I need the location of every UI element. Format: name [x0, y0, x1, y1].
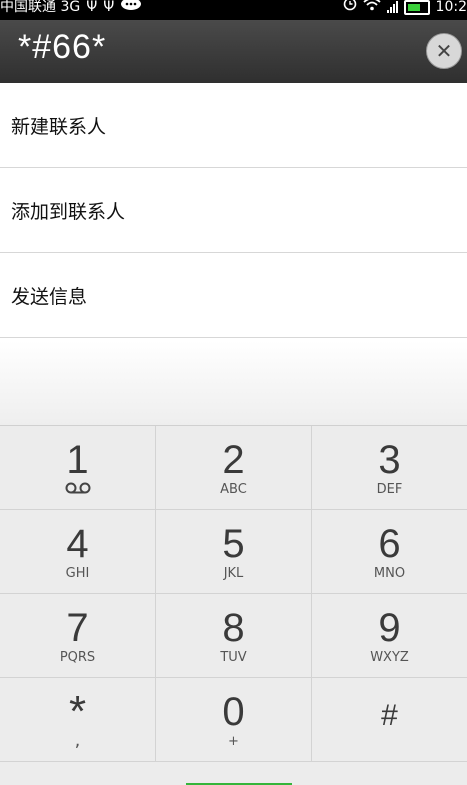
key-letters: ,: [74, 730, 81, 751]
key-digit: 3: [378, 438, 401, 482]
dialpad: 1 2 ABC 3 DEF 4 GHI 5 JKL 6 MNO 7 PQRS 8…: [0, 425, 467, 763]
key-letters: JKL: [223, 566, 244, 581]
usb-icon: Ψ: [103, 0, 115, 15]
key-letters: TUV: [220, 650, 247, 665]
battery-icon: [403, 0, 430, 15]
chat-icon: [120, 0, 142, 17]
key-3[interactable]: 3 DEF: [312, 426, 467, 509]
new-contact-item[interactable]: 新建联系人: [0, 83, 467, 168]
key-letters: +: [228, 734, 239, 749]
key-digit: #: [381, 699, 398, 732]
key-4[interactable]: 4 GHI: [0, 510, 156, 593]
list-item-label: 添加到联系人: [11, 200, 126, 223]
key-digit: 0: [222, 690, 245, 734]
key-digit: 2: [222, 438, 245, 482]
key-5[interactable]: 5 JKL: [156, 510, 312, 593]
key-digit: 4: [66, 522, 89, 566]
add-to-contact-item[interactable]: 添加到联系人: [0, 168, 467, 253]
key-digit: 5: [222, 522, 245, 566]
signal-icon: [386, 1, 398, 13]
key-letters: GHI: [65, 566, 90, 581]
key-7[interactable]: 7 PQRS: [0, 594, 156, 677]
usb-icon: Ψ: [86, 0, 98, 15]
key-8[interactable]: 8 TUV: [156, 594, 312, 677]
option-list: 新建联系人 添加到联系人 发送信息: [0, 83, 467, 338]
key-2[interactable]: 2 ABC: [156, 426, 312, 509]
list-spacer: [0, 341, 467, 426]
bottom-bar: [0, 762, 467, 785]
status-bar: 中国联通 3G Ψ Ψ 10:2: [0, 0, 467, 20]
key-digit: *: [68, 687, 87, 736]
send-message-item[interactable]: 发送信息: [0, 253, 467, 338]
dialpad-row: * , 0 + #: [0, 678, 467, 762]
key-digit: 1: [66, 438, 89, 482]
key-letters: WXYZ: [370, 650, 409, 665]
dialed-number: *#66*: [18, 28, 107, 66]
key-0[interactable]: 0 +: [156, 678, 312, 761]
wifi-icon: [362, 0, 381, 17]
key-letters: DEF: [376, 482, 403, 497]
status-left: 中国联通 3G Ψ Ψ: [0, 0, 142, 17]
close-icon: ✕: [435, 39, 453, 63]
list-item-label: 发送信息: [11, 285, 88, 308]
dialpad-row: 4 GHI 5 JKL 6 MNO: [0, 510, 467, 594]
key-digit: 9: [378, 606, 401, 650]
clear-button[interactable]: ✕: [426, 33, 462, 69]
key-digit: 7: [66, 606, 89, 650]
clock: 10:2: [435, 0, 467, 15]
key-digit: 6: [378, 522, 401, 566]
list-item-label: 新建联系人: [11, 115, 107, 138]
voicemail-icon: [0, 482, 155, 496]
carrier-label: 中国联通 3G: [0, 0, 81, 15]
key-letters: ABC: [220, 482, 247, 497]
dialpad-row: 7 PQRS 8 TUV 9 WXYZ: [0, 594, 467, 678]
key-digit: 8: [222, 606, 245, 650]
status-right: 10:2: [343, 0, 467, 17]
key-9[interactable]: 9 WXYZ: [312, 594, 467, 677]
key-6[interactable]: 6 MNO: [312, 510, 467, 593]
alarm-icon: [343, 0, 357, 17]
number-display: *#66* ✕: [0, 20, 467, 83]
dialpad-row: 1 2 ABC 3 DEF: [0, 426, 467, 510]
key-star[interactable]: * ,: [0, 678, 156, 761]
key-letters: PQRS: [59, 650, 96, 665]
key-hash[interactable]: #: [312, 678, 467, 761]
key-letters: MNO: [373, 566, 406, 581]
key-1[interactable]: 1: [0, 426, 156, 509]
